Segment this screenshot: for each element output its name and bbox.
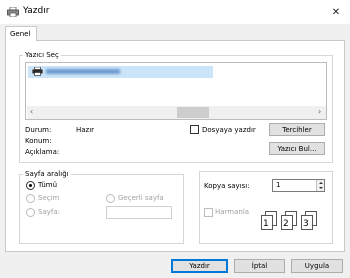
horizontal-scrollbar[interactable]: ‹ ›: [27, 106, 326, 119]
title-bar: Yazdır ✕: [0, 0, 350, 24]
print-to-file-label[interactable]: Dosyaya yazdır: [202, 126, 256, 134]
comment-label: Açıklama:: [25, 148, 60, 156]
copies-spinner[interactable]: [316, 180, 324, 191]
print-to-file-checkbox[interactable]: [190, 125, 199, 134]
page-range-all-radio[interactable]: [26, 181, 35, 190]
page-range-current-radio: [106, 194, 115, 203]
printer-list-item[interactable]: [28, 66, 213, 78]
print-button[interactable]: Yazdır: [171, 259, 228, 273]
tab-general-label: Genel: [10, 30, 31, 38]
tab-general[interactable]: Genel: [5, 26, 37, 41]
page-range-label: Sayfa aralığı: [23, 170, 71, 178]
close-icon: ✕: [331, 6, 341, 18]
printer-icon: [7, 6, 19, 18]
copies-count-input[interactable]: 1: [272, 179, 325, 192]
cancel-button[interactable]: İptal: [234, 259, 285, 273]
apply-button[interactable]: Uygula: [291, 259, 343, 273]
page-range-pages-radio: [26, 208, 35, 217]
collate-page-icon: 2: [281, 215, 293, 230]
page-range-pages-label: Sayfa:: [38, 208, 60, 216]
scroll-left-icon[interactable]: ‹: [30, 107, 33, 116]
close-button[interactable]: ✕: [326, 3, 346, 21]
page-range-selection-radio: [26, 194, 35, 203]
select-printer-label: Yazıcı Seç: [23, 51, 61, 59]
copies-count-value: 1: [276, 181, 281, 189]
collate-page-icon: 1: [261, 215, 273, 230]
scrollbar-thumb[interactable]: [177, 107, 209, 118]
status-label: Durum:: [25, 126, 52, 134]
collate-checkbox[interactable]: [204, 208, 213, 217]
collate-label[interactable]: Harmanla: [215, 208, 249, 216]
printer-name-redacted: [46, 69, 120, 74]
copies-count-label: Kopya sayısı:: [204, 182, 250, 190]
status-value: Hazır: [76, 126, 95, 134]
window-title: Yazdır: [23, 6, 50, 16]
collate-page-icon: 3: [301, 215, 313, 230]
find-printer-button[interactable]: Yazıcı Bul...: [269, 142, 325, 155]
page-range-current-label: Geçerli sayfa: [118, 194, 164, 202]
page-range-all-label[interactable]: Tümü: [38, 181, 57, 189]
location-label: Konum:: [25, 137, 52, 145]
page-range-pages-input: [106, 206, 172, 219]
scroll-right-icon[interactable]: ›: [318, 107, 321, 116]
page-range-selection-label: Seçim: [38, 194, 60, 202]
printer-list[interactable]: ‹ ›: [25, 62, 327, 120]
preferences-button[interactable]: Tercihler: [269, 123, 325, 136]
printer-icon: [32, 66, 43, 76]
